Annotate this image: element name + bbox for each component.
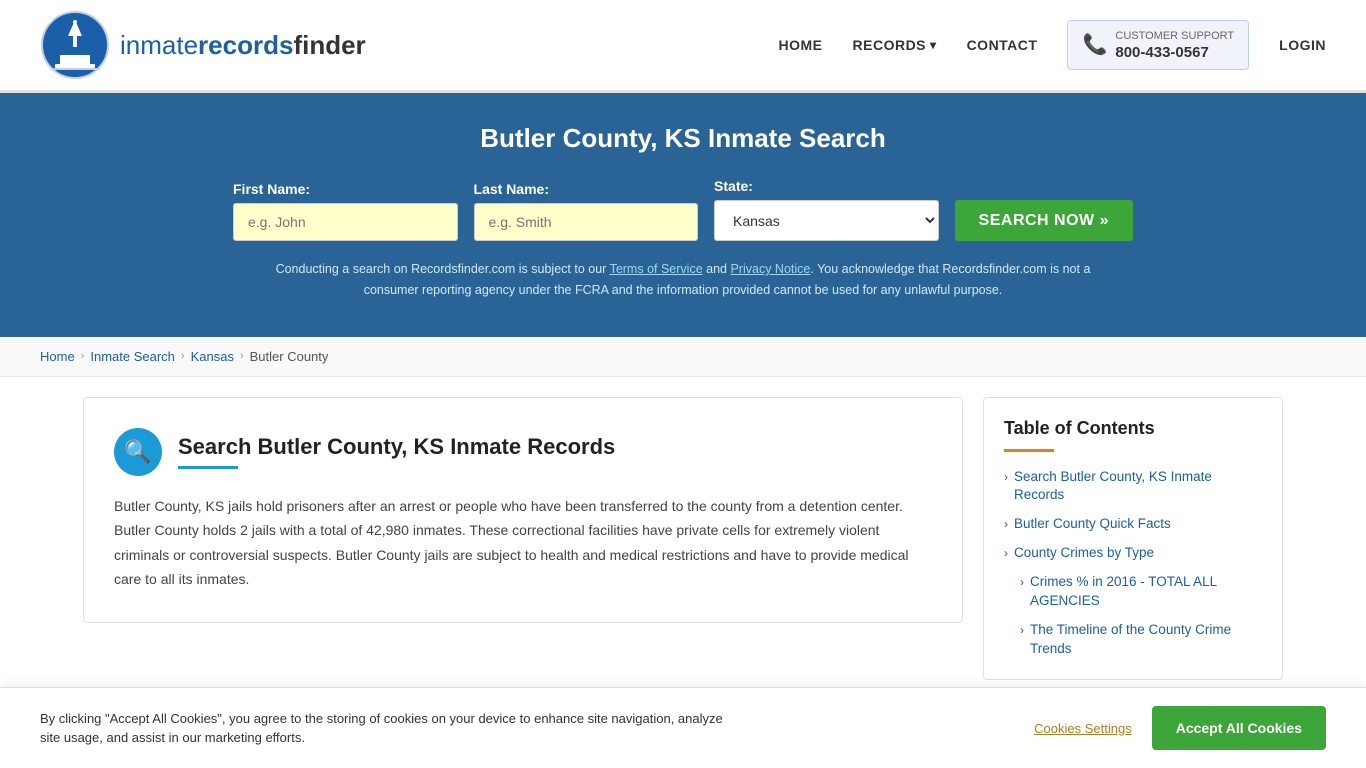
toc-link-4[interactable]: Crimes % in 2016 - TOTAL ALL AGENCIES	[1030, 573, 1262, 611]
content-area: 🔍 Search Butler County, KS Inmate Record…	[83, 397, 963, 623]
state-group: State: Kansas Alabama Alaska Arizona Cal…	[714, 178, 939, 241]
search-icon: 🔍	[114, 428, 162, 476]
search-banner: Butler County, KS Inmate Search First Na…	[0, 93, 1366, 337]
first-name-input[interactable]	[233, 203, 458, 241]
tos-link[interactable]: Terms of Service	[610, 262, 703, 276]
section-header: 🔍 Search Butler County, KS Inmate Record…	[114, 428, 932, 476]
breadcrumb-sep-1: ›	[81, 350, 85, 362]
cookie-text: By clicking "Accept All Cookies", you ag…	[40, 709, 740, 748]
privacy-link[interactable]: Privacy Notice	[730, 262, 810, 276]
customer-support[interactable]: 📞 CUSTOMER SUPPORT 800-433-0567	[1067, 20, 1249, 69]
search-button[interactable]: SEARCH NOW »	[955, 200, 1133, 241]
cookie-banner: By clicking "Accept All Cookies", you ag…	[0, 687, 1366, 768]
logo[interactable]: inmaterecordsfinder	[40, 10, 366, 80]
toc-link-3[interactable]: County Crimes by Type	[1014, 544, 1154, 563]
toc-underline	[1004, 449, 1054, 452]
nav-home[interactable]: HOME	[779, 37, 823, 53]
breadcrumb-inmate-search[interactable]: Inmate Search	[90, 349, 175, 364]
nav-contact[interactable]: CONTACT	[967, 37, 1038, 53]
nav-records[interactable]: RECORDS ▾	[853, 37, 937, 53]
toc-item-3: › County Crimes by Type	[1004, 544, 1262, 563]
phone-icon: 📞	[1082, 32, 1107, 57]
disclaimer-text: Conducting a search on Recordsfinder.com…	[273, 259, 1093, 302]
table-of-contents: Table of Contents › Search Butler County…	[983, 397, 1283, 680]
chevron-right-icon: ›	[1020, 575, 1024, 589]
toc-item-1: › Search Butler County, KS Inmate Record…	[1004, 468, 1262, 506]
login-button[interactable]: LOGIN	[1279, 37, 1326, 53]
header: inmaterecordsfinder HOME RECORDS ▾ CONTA…	[0, 0, 1366, 93]
last-name-group: Last Name:	[474, 181, 699, 241]
support-label: CUSTOMER SUPPORT	[1115, 29, 1234, 43]
breadcrumb: Home › Inmate Search › Kansas › Butler C…	[0, 337, 1366, 377]
section-underline	[178, 466, 238, 469]
state-label: State:	[714, 178, 939, 194]
chevron-down-icon: ▾	[930, 38, 937, 52]
section-title: Search Butler County, KS Inmate Records	[178, 434, 615, 460]
search-form: First Name: Last Name: State: Kansas Ala…	[233, 178, 1133, 241]
last-name-input[interactable]	[474, 203, 699, 241]
toc-title: Table of Contents	[1004, 418, 1262, 439]
cookie-actions: Cookies Settings Accept All Cookies	[1034, 706, 1326, 750]
toc-item-5: › The Timeline of the County Crime Trend…	[1004, 621, 1262, 659]
toc-item-4: › Crimes % in 2016 - TOTAL ALL AGENCIES	[1004, 573, 1262, 611]
chevron-right-icon: ›	[1020, 623, 1024, 637]
toc-link-5[interactable]: The Timeline of the County Crime Trends	[1030, 621, 1262, 659]
toc-link-1[interactable]: Search Butler County, KS Inmate Records	[1014, 468, 1262, 506]
page-title: Butler County, KS Inmate Search	[40, 123, 1326, 154]
cookies-settings-button[interactable]: Cookies Settings	[1034, 721, 1132, 736]
first-name-label: First Name:	[233, 181, 458, 197]
logo-text: inmaterecordsfinder	[120, 30, 366, 61]
breadcrumb-state[interactable]: Kansas	[191, 349, 234, 364]
accept-cookies-button[interactable]: Accept All Cookies	[1152, 706, 1326, 750]
breadcrumb-sep-2: ›	[181, 350, 185, 362]
first-name-group: First Name:	[233, 181, 458, 241]
support-number: 800-433-0567	[1115, 44, 1234, 61]
chevron-right-icon: ›	[1004, 546, 1008, 560]
chevron-right-icon: ›	[1004, 470, 1008, 484]
main-content: 🔍 Search Butler County, KS Inmate Record…	[43, 397, 1323, 680]
toc-link-2[interactable]: Butler County Quick Facts	[1014, 515, 1171, 534]
chevron-right-icon: ›	[1004, 517, 1008, 531]
toc-item-2: › Butler County Quick Facts	[1004, 515, 1262, 534]
breadcrumb-sep-3: ›	[240, 350, 244, 362]
section-body-text: Butler County, KS jails hold prisoners a…	[114, 494, 932, 592]
logo-icon	[40, 10, 110, 80]
state-select[interactable]: Kansas Alabama Alaska Arizona California…	[714, 200, 939, 241]
main-nav: HOME RECORDS ▾ CONTACT 📞 CUSTOMER SUPPOR…	[779, 20, 1326, 69]
toc-list: › Search Butler County, KS Inmate Record…	[1004, 468, 1262, 659]
breadcrumb-home[interactable]: Home	[40, 349, 75, 364]
breadcrumb-county: Butler County	[250, 349, 329, 364]
last-name-label: Last Name:	[474, 181, 699, 197]
